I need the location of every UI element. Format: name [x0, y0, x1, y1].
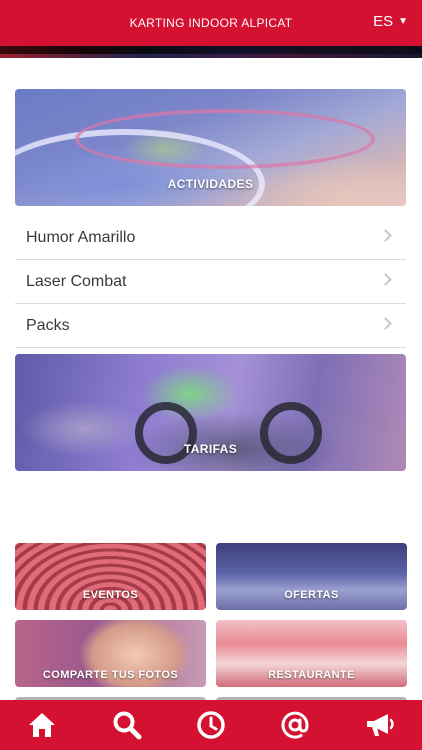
clock-icon — [197, 711, 225, 739]
events-tile[interactable]: EVENTOS — [15, 543, 206, 610]
rates-card-label: TARIFAS — [183, 442, 238, 456]
home-icon — [29, 713, 56, 737]
language-label: ES — [373, 13, 394, 30]
restaurant-tile[interactable]: RESTAURANTE — [216, 620, 407, 687]
chevron-down-icon: ▼ — [398, 16, 408, 27]
chevron-right-icon — [379, 317, 392, 330]
activities-list: Humor Amarillo Laser Combat Packs — [15, 216, 406, 348]
list-item-label: Packs — [26, 316, 70, 334]
list-item-packs[interactable]: Packs — [15, 304, 406, 348]
app-header: KARTING INDOOR ALPICAT ES ▼ — [0, 0, 422, 46]
list-item-laser-combat[interactable]: Laser Combat — [15, 260, 406, 304]
list-item-humor-amarillo[interactable]: Humor Amarillo — [15, 216, 406, 260]
activities-card[interactable]: ACTIVIDADES — [15, 89, 406, 206]
rates-card[interactable]: TARIFAS — [15, 354, 406, 471]
offers-tile[interactable]: OFERTAS — [216, 543, 407, 610]
activities-card-label: ACTIVIDADES — [167, 177, 254, 191]
hero-image-strip — [0, 46, 422, 58]
language-selector[interactable]: ES ▼ — [373, 13, 408, 30]
nav-contact[interactable] — [275, 705, 315, 745]
offers-tile-label: OFERTAS — [284, 589, 339, 601]
megaphone-icon — [366, 714, 394, 736]
nav-search[interactable] — [107, 705, 147, 745]
share-photos-tile-label: COMPARTE TUS FOTOS — [42, 669, 179, 681]
share-photos-tile[interactable]: COMPARTE TUS FOTOS — [15, 620, 206, 687]
list-item-label: Laser Combat — [26, 272, 127, 290]
track-decoration — [75, 109, 375, 169]
app-title: KARTING INDOOR ALPICAT — [129, 16, 293, 30]
search-icon — [113, 711, 142, 740]
restaurant-tile-label: RESTAURANTE — [268, 669, 355, 681]
events-tile-label: EVENTOS — [82, 589, 139, 601]
bottom-navigation — [0, 700, 422, 750]
nav-schedule[interactable] — [191, 705, 231, 745]
nav-home[interactable] — [22, 705, 62, 745]
nav-news[interactable] — [360, 705, 400, 745]
at-icon — [281, 711, 309, 739]
chevron-right-icon — [379, 273, 392, 286]
chevron-right-icon — [379, 229, 392, 242]
list-item-label: Humor Amarillo — [26, 228, 136, 246]
